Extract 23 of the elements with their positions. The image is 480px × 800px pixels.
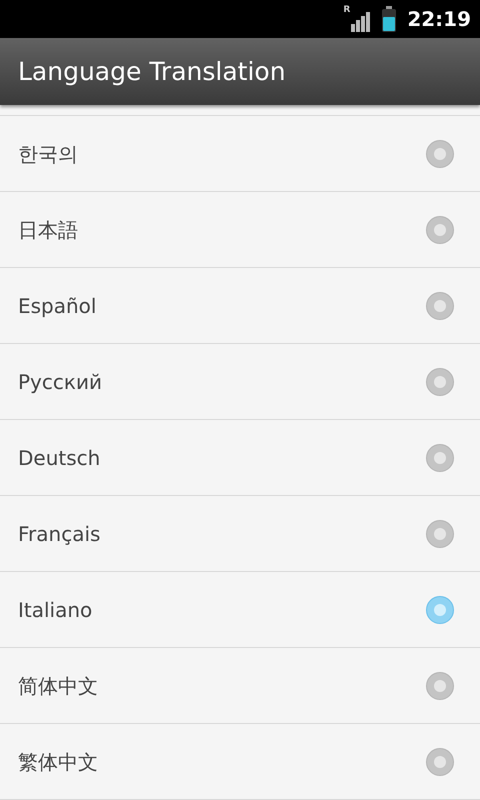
battery-icon [381, 6, 398, 32]
language-option[interactable]: Deutsch [0, 420, 480, 496]
radio-button[interactable] [426, 292, 454, 320]
radio-button[interactable] [426, 520, 454, 548]
language-option[interactable]: Français [0, 496, 480, 572]
radio-button[interactable] [426, 368, 454, 396]
language-option[interactable]: Español [0, 268, 480, 344]
language-option[interactable]: Русский [0, 344, 480, 420]
app-title: Language Translation [18, 56, 286, 88]
language-option[interactable]: 日本語 [0, 192, 480, 268]
radio-button[interactable] [426, 216, 454, 244]
radio-button[interactable] [426, 444, 454, 472]
signal-icon [351, 12, 372, 32]
language-option[interactable]: 한국의 [0, 116, 480, 192]
radio-button[interactable] [426, 672, 454, 700]
roaming-indicator: R [343, 6, 350, 15]
clock-time: 22:19 [407, 6, 471, 33]
radio-button[interactable] [426, 748, 454, 776]
language-option[interactable]: 简体中文 [0, 648, 480, 724]
radio-button[interactable] [426, 596, 454, 624]
language-option[interactable]: Italiano [0, 572, 480, 648]
radio-button[interactable] [426, 140, 454, 168]
language-option[interactable]: 繁体中文 [0, 724, 480, 800]
